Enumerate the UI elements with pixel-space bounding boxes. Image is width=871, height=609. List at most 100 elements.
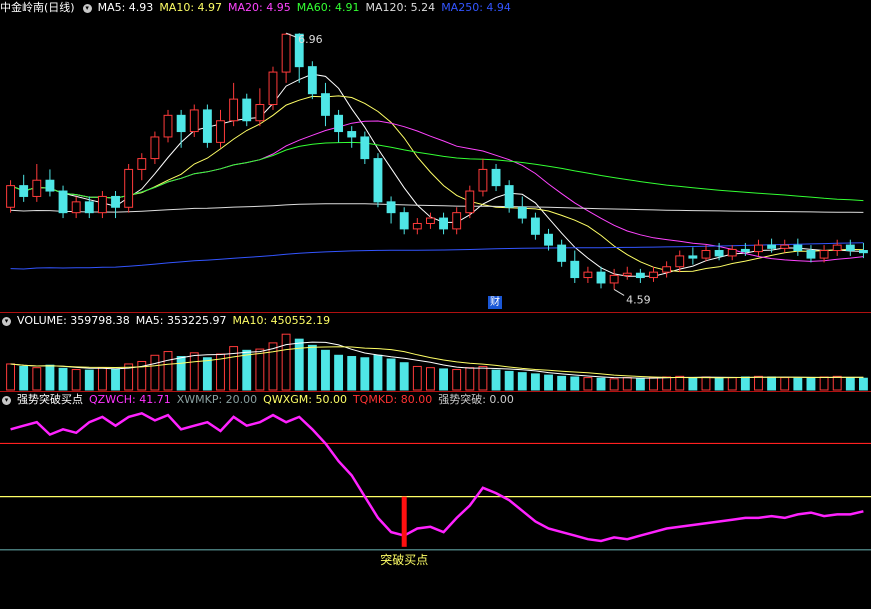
volume-bar	[202, 357, 212, 391]
volume-bar	[701, 376, 711, 391]
low-marker-line	[613, 289, 625, 296]
volume-bar	[189, 352, 199, 391]
candle-body	[780, 244, 790, 249]
volume-bar	[6, 363, 15, 391]
candle-body	[740, 248, 750, 253]
volume-bar	[281, 333, 291, 391]
ma60-line	[10, 141, 864, 202]
candle-body	[557, 244, 567, 262]
volume-bar	[71, 369, 81, 391]
volume-bar	[347, 356, 357, 391]
candle-body	[675, 255, 685, 268]
candle-body	[727, 248, 737, 257]
volume-bar	[675, 375, 685, 391]
buy-signal-bar	[401, 496, 407, 547]
volume-bar	[294, 338, 304, 391]
ma120-line	[10, 203, 864, 213]
qzwch-line	[10, 411, 864, 543]
event-badge[interactable]: 财	[488, 296, 502, 309]
candle-body	[373, 158, 383, 203]
volume-bar	[649, 377, 658, 391]
volume-bar	[780, 377, 790, 391]
volume-bar	[45, 364, 55, 391]
volume-bar	[767, 376, 777, 391]
volume-bar	[111, 368, 120, 391]
volume-bar	[439, 368, 448, 391]
candle-body	[84, 201, 94, 214]
volume-bar	[622, 377, 632, 391]
volume-bar	[557, 375, 567, 391]
stock-chart[interactable]: 6.96 4.59 突破买点	[0, 0, 871, 609]
volume-bar	[740, 376, 750, 391]
candle-body	[137, 158, 147, 170]
candle-body	[491, 168, 501, 187]
candle-body	[465, 190, 475, 214]
candle-body	[426, 217, 435, 224]
volume-bar	[360, 357, 370, 391]
volume-bar	[452, 369, 462, 391]
candle-body	[281, 33, 291, 73]
candle-body	[714, 250, 724, 257]
volume-bar	[163, 351, 173, 391]
volume-bar	[859, 377, 868, 391]
candle-body	[583, 271, 593, 279]
candle-body	[609, 274, 619, 284]
candle-body	[111, 195, 120, 208]
volume-bar	[412, 365, 422, 391]
candle-body	[622, 272, 632, 276]
volume-bar	[19, 365, 29, 391]
candle-body	[478, 168, 488, 192]
volume-bar	[491, 369, 501, 391]
volume-bar	[544, 374, 553, 391]
candle-body	[662, 266, 672, 273]
candle-body	[806, 250, 816, 259]
candle-body	[19, 185, 29, 197]
candle-body	[347, 131, 357, 138]
high-label: 6.96	[298, 33, 323, 46]
candle-body	[386, 201, 396, 214]
candle-body	[360, 136, 370, 160]
candle-body	[701, 250, 711, 259]
volume-bar	[255, 348, 265, 391]
candle-body	[845, 244, 855, 252]
volume-bar	[32, 367, 42, 391]
candle-body	[321, 93, 330, 116]
candle-body	[688, 255, 698, 259]
volume-bar	[714, 377, 724, 391]
candle-body	[819, 250, 829, 259]
volume-bar	[517, 372, 527, 391]
volume-bar	[334, 354, 344, 391]
candle-body	[45, 179, 55, 192]
volume-bar	[478, 365, 488, 391]
volume-bar	[609, 378, 619, 391]
candle-body	[832, 244, 842, 252]
volume-bar	[399, 362, 409, 391]
candle-body	[163, 114, 173, 138]
volume-bar	[386, 358, 396, 391]
candle-body	[202, 109, 212, 143]
volume-bar	[570, 376, 580, 391]
low-label: 4.59	[626, 293, 651, 306]
candle-body	[124, 168, 134, 208]
candle-body	[754, 244, 763, 253]
volume-bar	[583, 377, 593, 391]
volume-bar	[688, 377, 698, 391]
candle-body	[216, 120, 225, 143]
volume-bar	[97, 367, 107, 391]
volume-bar	[504, 370, 514, 391]
volume-bar	[426, 367, 435, 391]
candle-body	[504, 185, 514, 208]
candle-body	[32, 179, 42, 197]
candle-body	[150, 136, 160, 160]
candle-body	[596, 271, 606, 284]
volume-bar	[176, 356, 186, 391]
candle-body	[544, 233, 553, 246]
candle-body	[334, 114, 344, 133]
candle-body	[412, 222, 422, 230]
candle-body	[307, 66, 317, 95]
candle-body	[58, 190, 68, 214]
volume-bar	[84, 369, 94, 391]
candle-body	[649, 271, 658, 279]
volume-bar	[242, 349, 252, 391]
candle-body	[635, 272, 645, 279]
